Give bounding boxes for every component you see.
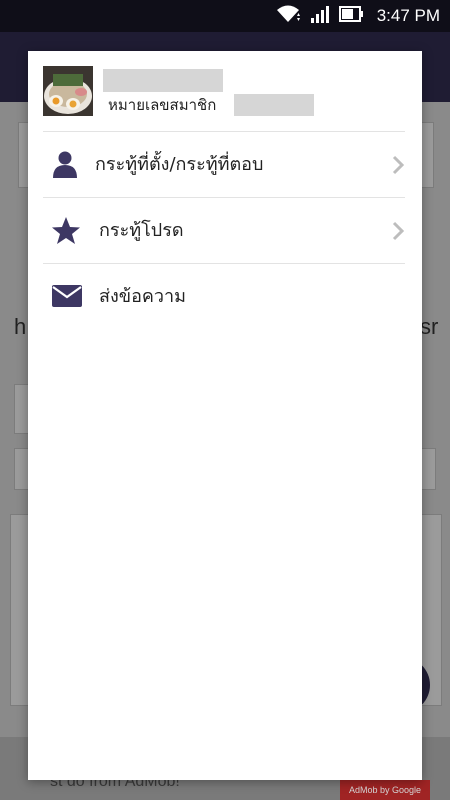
user-name bbox=[103, 69, 223, 92]
menu-item-send-message[interactable]: ส่งข้อความ bbox=[28, 265, 422, 329]
ad-badge: AdMob by Google bbox=[340, 780, 430, 800]
background-text: h bbox=[14, 314, 27, 339]
clock: 3:47 PM bbox=[376, 6, 440, 25]
wifi-icon bbox=[275, 4, 301, 28]
member-number-label: หมายเลขสมาชิก bbox=[108, 96, 217, 114]
battery-icon bbox=[338, 5, 365, 27]
divider bbox=[43, 197, 405, 198]
menu-item-label: กระทู้ที่ตั้ง/กระทู้ที่ตอบ bbox=[95, 154, 264, 175]
chevron-right-icon bbox=[392, 155, 405, 175]
background-text: sr bbox=[420, 314, 439, 339]
avatar[interactable] bbox=[43, 66, 93, 116]
divider bbox=[43, 131, 405, 132]
account-menu-dialog: หมายเลขสมาชิก กระทู้ที่ตั้ง/กระทู้ที่ตอบ… bbox=[28, 51, 422, 780]
menu-item-favorites[interactable]: กระทู้โปรด bbox=[28, 199, 422, 263]
chevron-right-icon bbox=[392, 221, 405, 241]
menu-item-label: กระทู้โปรด bbox=[99, 220, 184, 241]
profile-header: หมายเลขสมาชิก bbox=[28, 51, 422, 131]
star-icon bbox=[51, 216, 81, 246]
signal-icon bbox=[309, 4, 331, 28]
menu-item-label: ส่งข้อความ bbox=[99, 286, 187, 307]
menu-item-my-topics[interactable]: กระทู้ที่ตั้ง/กระทู้ที่ตอบ bbox=[28, 133, 422, 197]
mail-icon bbox=[51, 283, 83, 313]
person-icon bbox=[51, 150, 81, 180]
member-number bbox=[234, 94, 314, 116]
status-bar: 3:47 PM bbox=[0, 0, 450, 32]
divider bbox=[43, 263, 405, 264]
